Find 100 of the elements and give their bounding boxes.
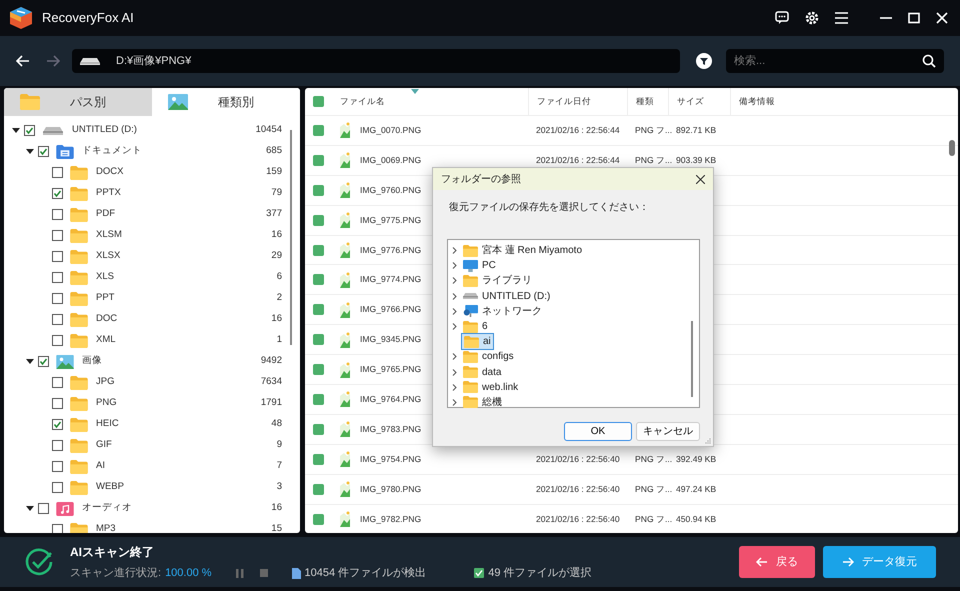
tree-item[interactable]: PPT 2: [4, 288, 300, 309]
checkbox[interactable]: [38, 503, 49, 514]
checkbox[interactable]: [52, 335, 63, 346]
expand-caret-icon[interactable]: [12, 128, 20, 134]
checkbox[interactable]: [52, 482, 63, 493]
checkbox[interactable]: [52, 440, 63, 451]
tree-item[interactable]: DOCX 159: [4, 162, 300, 183]
checkbox[interactable]: [313, 424, 324, 435]
checkbox[interactable]: [52, 461, 63, 472]
folder-item[interactable]: 総機: [461, 394, 504, 410]
expand-caret-icon[interactable]: [26, 506, 34, 512]
checkbox[interactable]: [313, 244, 324, 256]
view-tab[interactable]: パス別: [4, 88, 152, 116]
tree-item[interactable]: XML 1: [4, 330, 300, 351]
forward-arrow-icon[interactable]: [46, 55, 60, 67]
checkbox[interactable]: [38, 356, 49, 367]
stop-icon[interactable]: [260, 569, 268, 577]
chevron-icon[interactable]: [452, 398, 457, 406]
back-arrow-icon[interactable]: [16, 55, 30, 67]
chevron-icon[interactable]: [452, 277, 457, 284]
folder-item[interactable]: ネットワーク: [461, 304, 544, 319]
folder-item[interactable]: ライブラリ: [461, 273, 534, 288]
settings-icon[interactable]: [805, 11, 819, 25]
tree-item[interactable]: PDF 377: [4, 204, 300, 225]
checkbox[interactable]: [52, 251, 63, 262]
folder-item[interactable]: data: [461, 364, 504, 380]
select-all-checkbox[interactable]: [313, 96, 324, 107]
tree-item[interactable]: XLSM 16: [4, 225, 300, 246]
tree-item[interactable]: XLSX 29: [4, 246, 300, 267]
sort-arrow-icon[interactable]: [411, 89, 419, 94]
chevron-icon[interactable]: [452, 292, 457, 300]
column-header[interactable]: ファイル日付: [537, 95, 591, 108]
tree-item[interactable]: オーディオ 16: [4, 498, 300, 519]
expand-caret-icon[interactable]: [26, 148, 34, 154]
checkbox[interactable]: [38, 146, 49, 157]
checkbox[interactable]: [52, 419, 63, 430]
cancel-button[interactable]: キャンセル: [636, 422, 700, 441]
tree-item[interactable]: ドキュメント 685: [4, 141, 300, 162]
folder-item[interactable]: 6: [461, 319, 490, 334]
checkbox[interactable]: [313, 364, 324, 376]
checkbox[interactable]: [52, 209, 63, 220]
checkbox[interactable]: [52, 167, 63, 178]
search-icon[interactable]: [922, 54, 936, 68]
folder-item[interactable]: web.link: [461, 380, 520, 395]
checkbox[interactable]: [313, 304, 324, 316]
checkbox[interactable]: [313, 454, 324, 465]
tree-item[interactable]: WEBP 3: [4, 477, 300, 498]
chevron-icon[interactable]: [452, 247, 457, 254]
column-header[interactable]: ファイル名: [340, 95, 385, 108]
close-icon[interactable]: [696, 174, 705, 184]
tree-item[interactable]: HEIC 48: [4, 414, 300, 435]
scrollbar[interactable]: [949, 140, 955, 156]
maximize-icon[interactable]: [908, 12, 920, 24]
checkbox[interactable]: [313, 394, 324, 405]
folder-item[interactable]: ai: [461, 333, 494, 350]
checkbox[interactable]: [313, 334, 324, 346]
tree-item[interactable]: DOC 16: [4, 309, 300, 330]
tree-item[interactable]: GIF 9: [4, 435, 300, 456]
checkbox[interactable]: [52, 524, 63, 533]
checkbox[interactable]: [52, 314, 63, 325]
resize-grip-icon[interactable]: [705, 438, 711, 444]
tree-item[interactable]: JPG 7634: [4, 372, 300, 393]
path-field[interactable]: D:¥画像¥PNG¥: [72, 49, 680, 73]
checkbox[interactable]: [313, 514, 324, 525]
folder-item[interactable]: 宮本 蓮 Ren Miyamoto: [461, 243, 584, 258]
chevron-icon[interactable]: [452, 308, 457, 315]
tree-item[interactable]: PNG 1791: [4, 393, 300, 414]
chevron-icon[interactable]: [452, 368, 457, 376]
checkbox[interactable]: [52, 398, 63, 409]
search-field[interactable]: 検索...: [726, 49, 944, 73]
checkbox[interactable]: [313, 274, 324, 286]
checkbox[interactable]: [52, 377, 63, 388]
checkbox[interactable]: [313, 124, 324, 136]
checkbox[interactable]: [313, 484, 324, 495]
tree-item[interactable]: XLS 6: [4, 267, 300, 288]
checkbox[interactable]: [52, 230, 63, 241]
tree-item[interactable]: PPTX 79: [4, 183, 300, 204]
ok-button[interactable]: OK: [564, 422, 632, 441]
checkbox[interactable]: [52, 188, 63, 199]
column-header[interactable]: 備考情報: [739, 95, 775, 108]
pause-icon[interactable]: [236, 568, 244, 578]
folder-item[interactable]: configs: [461, 349, 516, 364]
checkbox[interactable]: [313, 154, 324, 166]
checkbox[interactable]: [52, 272, 63, 283]
scrollbar[interactable]: [691, 321, 693, 397]
chevron-icon[interactable]: [452, 353, 457, 360]
menu-icon[interactable]: [835, 12, 848, 24]
column-header[interactable]: 種類: [636, 95, 654, 108]
scrollbar[interactable]: [290, 130, 292, 345]
expand-caret-icon[interactable]: [26, 358, 34, 364]
checkbox[interactable]: [24, 125, 35, 136]
tree-item[interactable]: MP3 15: [4, 519, 300, 533]
checkbox[interactable]: [313, 214, 324, 226]
folder-item[interactable]: UNTITLED (D:): [461, 288, 552, 304]
chevron-icon[interactable]: [452, 384, 457, 391]
column-header[interactable]: サイズ: [677, 95, 704, 108]
tree-item[interactable]: 画像 9492: [4, 351, 300, 372]
folder-item[interactable]: PC: [461, 258, 498, 274]
chat-icon[interactable]: [775, 11, 789, 25]
tree-item[interactable]: UNTITLED (D:) 10454: [4, 120, 300, 141]
